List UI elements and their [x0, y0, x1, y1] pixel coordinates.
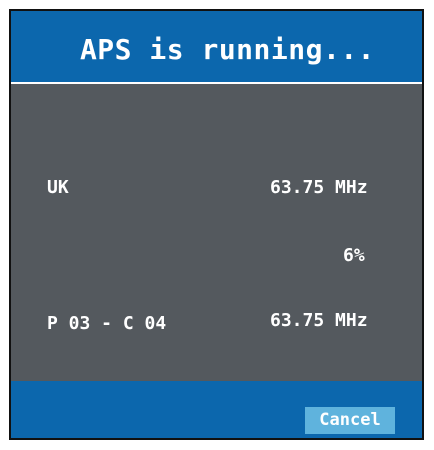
cancel-button[interactable]: Cancel	[305, 407, 395, 434]
program-channel: P 03 - C 04	[47, 313, 167, 334]
channel-frequency: 63.75 MHz	[270, 310, 368, 331]
progress-percent: 6%	[343, 245, 365, 266]
country-label: UK	[47, 177, 69, 198]
aps-dialog: APS is running... UK 63.75 MHz 6% P 03 -…	[9, 9, 424, 440]
current-frequency: 63.75 MHz	[270, 177, 368, 198]
status-panel: UK 63.75 MHz 6% P 03 - C 04 63.75 MHz	[11, 84, 422, 381]
dialog-title: APS is running...	[79, 33, 376, 66]
dialog-footer: Cancel	[11, 381, 422, 438]
title-bar: APS is running...	[11, 11, 422, 84]
